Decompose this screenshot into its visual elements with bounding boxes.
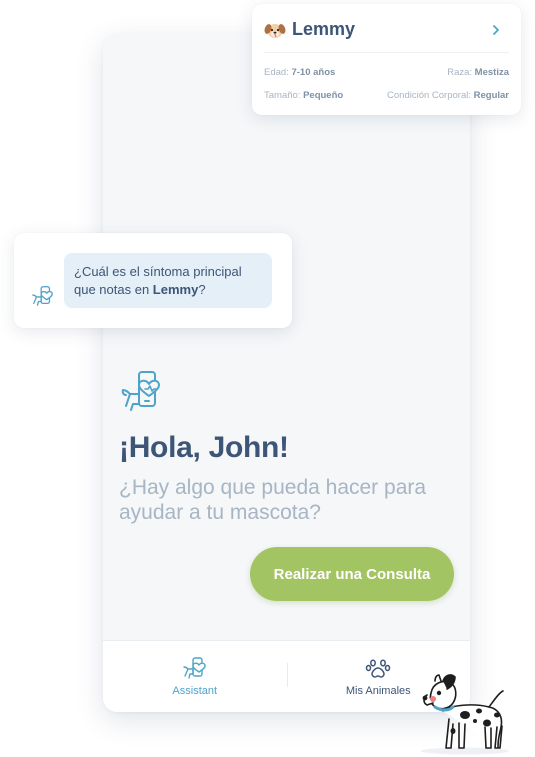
pet-assistant-logo-icon [121, 371, 160, 411]
breed-label: Raza: [447, 67, 473, 78]
pet-name: Lemmy [292, 19, 356, 39]
pet-info-row-1: Edad: 7-10 años Raza: Mestiza [264, 67, 509, 78]
puppy-face-icon [264, 23, 286, 38]
message-prefix: que notas en [74, 282, 153, 297]
pet-condition: Condición Corporal: Regular [387, 90, 509, 101]
message-line-1: ¿Cuál es el síntoma principal [74, 264, 242, 279]
message-pet-name: Lemmy [152, 282, 199, 297]
pet-info-row-2: Tamaño: Pequeño Condición Corporal: Regu… [264, 90, 509, 101]
dalmatian-dog-illustration [421, 674, 509, 755]
condition-label: Condición Corporal: [387, 90, 471, 101]
pet-info-card[interactable]: Lemmy Edad: 7-10 años Raza: Mestiza Tama… [252, 4, 521, 115]
assistant-chat-card: ¿Cuál es el síntoma principal que notas … [14, 233, 292, 328]
assistant-message-bubble: ¿Cuál es el síntoma principal que notas … [64, 253, 272, 308]
size-value: Pequeño [303, 90, 344, 101]
condition-value: Regular [473, 90, 509, 101]
breed-value: Mestiza [474, 67, 509, 78]
message-line-2: que notas en Lemmy? [74, 281, 262, 299]
pet-breed: Raza: Mestiza [447, 67, 509, 78]
start-consultation-button[interactable]: Realizar una Consulta [250, 547, 454, 601]
nav-label-mis-animales: Mis Animales [345, 684, 411, 697]
paw-icon [366, 658, 391, 678]
chevron-right-icon[interactable] [489, 23, 503, 37]
pet-size: Tamaño: Pequeño [264, 90, 343, 101]
pet-assistant-icon [183, 656, 206, 679]
nav-item-assistant[interactable]: Assistant [103, 641, 287, 712]
greeting-subtitle: ¿Hay algo que pueda hacer para ayudar a … [119, 476, 427, 524]
age-value: 7-10 años [291, 67, 336, 78]
pet-age: Edad: 7-10 años [264, 67, 335, 78]
size-label: Tamaño: [264, 90, 301, 101]
phone-screen: ¡Hola, John! ¿Hay algo que pueda hacer p… [103, 34, 470, 712]
pet-assistant-icon [32, 286, 53, 306]
pet-card-header: Lemmy [264, 17, 509, 53]
welcome-section: ¡Hola, John! ¿Hay algo que pueda hacer p… [119, 370, 459, 525]
message-suffix: ? [198, 282, 206, 297]
greeting-title: ¡Hola, John! [119, 431, 289, 464]
nav-label-assistant: Assistant [172, 684, 218, 697]
age-label: Edad: [264, 67, 289, 78]
